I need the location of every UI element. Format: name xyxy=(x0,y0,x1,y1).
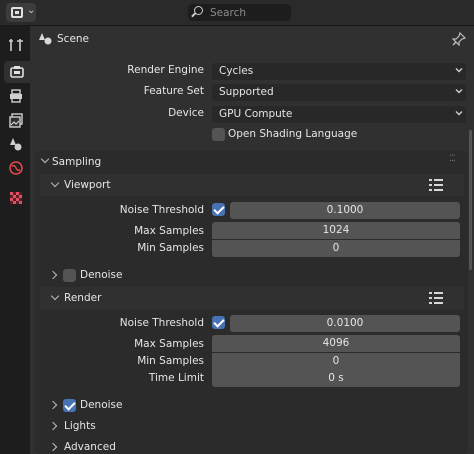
viewport-min-samples-field[interactable]: 0 xyxy=(212,240,460,257)
viewport-max-samples-label: Max Samples xyxy=(134,225,204,237)
sampling-title: Sampling xyxy=(52,156,102,168)
feature-set-value: Supported xyxy=(219,86,274,98)
tab-view-layer[interactable] xyxy=(3,109,28,131)
render-max-samples-label: Max Samples xyxy=(134,338,204,350)
render-denoise-header[interactable]: Denoise xyxy=(40,396,464,416)
presets-list-icon[interactable] xyxy=(429,179,443,191)
viewport-denoise-label: Denoise xyxy=(80,269,123,281)
tab-scene[interactable] xyxy=(3,133,28,155)
render-denoise-label: Denoise xyxy=(80,399,123,411)
viewport-noise-threshold-label: Noise Threshold xyxy=(119,204,204,216)
render-subpanel-header[interactable]: Render xyxy=(40,287,464,309)
render-time-limit-field[interactable]: 0 s xyxy=(212,370,460,387)
render-engine-dropdown[interactable]: Cycles xyxy=(212,63,466,80)
search-input[interactable] xyxy=(210,4,288,21)
render-noise-threshold-label: Noise Threshold xyxy=(119,317,204,329)
wrench-screwdriver-icon xyxy=(9,39,23,51)
viewport-denoise-header[interactable]: Denoise xyxy=(40,266,464,286)
viewport-min-samples-label: Min Samples xyxy=(137,242,204,254)
tab-render[interactable] xyxy=(4,61,30,83)
viewport-noise-threshold-field[interactable]: 0.1000 xyxy=(230,202,460,219)
render-min-samples-field[interactable]: 0 xyxy=(212,353,460,370)
expand-arrow-icon xyxy=(48,421,58,431)
expand-arrow-icon xyxy=(48,400,58,410)
render-time-limit-label: Time Limit xyxy=(148,372,204,384)
render-engine-value: Cycles xyxy=(219,65,254,77)
search-box[interactable] xyxy=(188,4,291,21)
properties-tab-bar xyxy=(0,26,30,454)
feature-set-label: Feature Set xyxy=(143,85,204,97)
feature-set-dropdown[interactable]: Supported xyxy=(212,84,466,101)
context-header: Scene xyxy=(30,26,474,54)
device-dropdown[interactable]: GPU Compute xyxy=(212,106,466,123)
header-bar: ⌄ xyxy=(0,0,474,26)
chevron-down-icon xyxy=(455,111,463,116)
tab-output[interactable] xyxy=(3,85,28,107)
open-shading-language-label[interactable]: Open Shading Language xyxy=(228,128,357,140)
render-properties-panel: Scene Render Engine Cycles Feature Set S… xyxy=(30,26,474,454)
render-noise-threshold-checkbox[interactable] xyxy=(212,316,225,329)
properties-editor-icon xyxy=(11,7,23,18)
scene-icon xyxy=(39,33,52,45)
expand-arrow-icon xyxy=(48,442,58,452)
viewport-noise-threshold-checkbox[interactable] xyxy=(212,203,225,216)
image-stack-icon xyxy=(9,113,23,128)
advanced-subpanel-header[interactable]: Advanced xyxy=(40,438,464,454)
render-title: Render xyxy=(64,292,102,304)
render-max-samples-field[interactable]: 4096 xyxy=(212,335,460,352)
checker-texture-icon xyxy=(10,192,22,204)
collapse-arrow-icon xyxy=(50,178,60,188)
camera-back-icon xyxy=(10,66,24,78)
tab-tool[interactable] xyxy=(3,34,28,56)
render-denoise-checkbox[interactable] xyxy=(63,399,76,412)
lights-subpanel-header[interactable]: Lights xyxy=(40,417,464,437)
tab-world[interactable] xyxy=(3,157,28,179)
scene-cone-sphere-icon xyxy=(10,138,22,151)
search-icon xyxy=(194,6,203,15)
chevron-down-icon xyxy=(455,68,463,73)
expand-arrow-icon xyxy=(48,270,58,280)
collapse-arrow-icon xyxy=(40,154,50,164)
context-scene-label: Scene xyxy=(57,33,90,45)
pin-icon[interactable] xyxy=(452,32,466,46)
viewport-denoise-checkbox[interactable] xyxy=(63,269,76,282)
printer-icon xyxy=(10,89,22,103)
world-globe-icon xyxy=(9,161,23,175)
chevron-down-icon: ⌄ xyxy=(27,5,36,16)
viewport-subpanel-header[interactable]: Viewport xyxy=(40,174,464,196)
drag-grip-icon[interactable]: ⁚⁚⁚ xyxy=(449,154,456,164)
collapse-arrow-icon xyxy=(50,291,60,301)
panel-scrollbar[interactable] xyxy=(469,130,472,270)
render-min-samples-label: Min Samples xyxy=(137,355,204,367)
device-label: Device xyxy=(168,107,204,119)
render-engine-label: Render Engine xyxy=(127,64,204,76)
device-value: GPU Compute xyxy=(219,108,293,120)
lights-title: Lights xyxy=(64,420,96,432)
tab-texture[interactable] xyxy=(3,187,28,209)
presets-list-icon[interactable] xyxy=(429,292,443,304)
sampling-header[interactable]: Sampling ⁚⁚⁚ xyxy=(35,151,468,173)
editor-type-button[interactable]: ⌄ xyxy=(6,3,36,22)
chevron-down-icon xyxy=(455,89,463,94)
advanced-title: Advanced xyxy=(64,441,116,453)
render-noise-threshold-field[interactable]: 0.0100 xyxy=(230,315,460,332)
viewport-max-samples-field[interactable]: 1024 xyxy=(212,222,460,239)
open-shading-language-checkbox[interactable] xyxy=(212,128,225,141)
viewport-title: Viewport xyxy=(64,179,111,191)
